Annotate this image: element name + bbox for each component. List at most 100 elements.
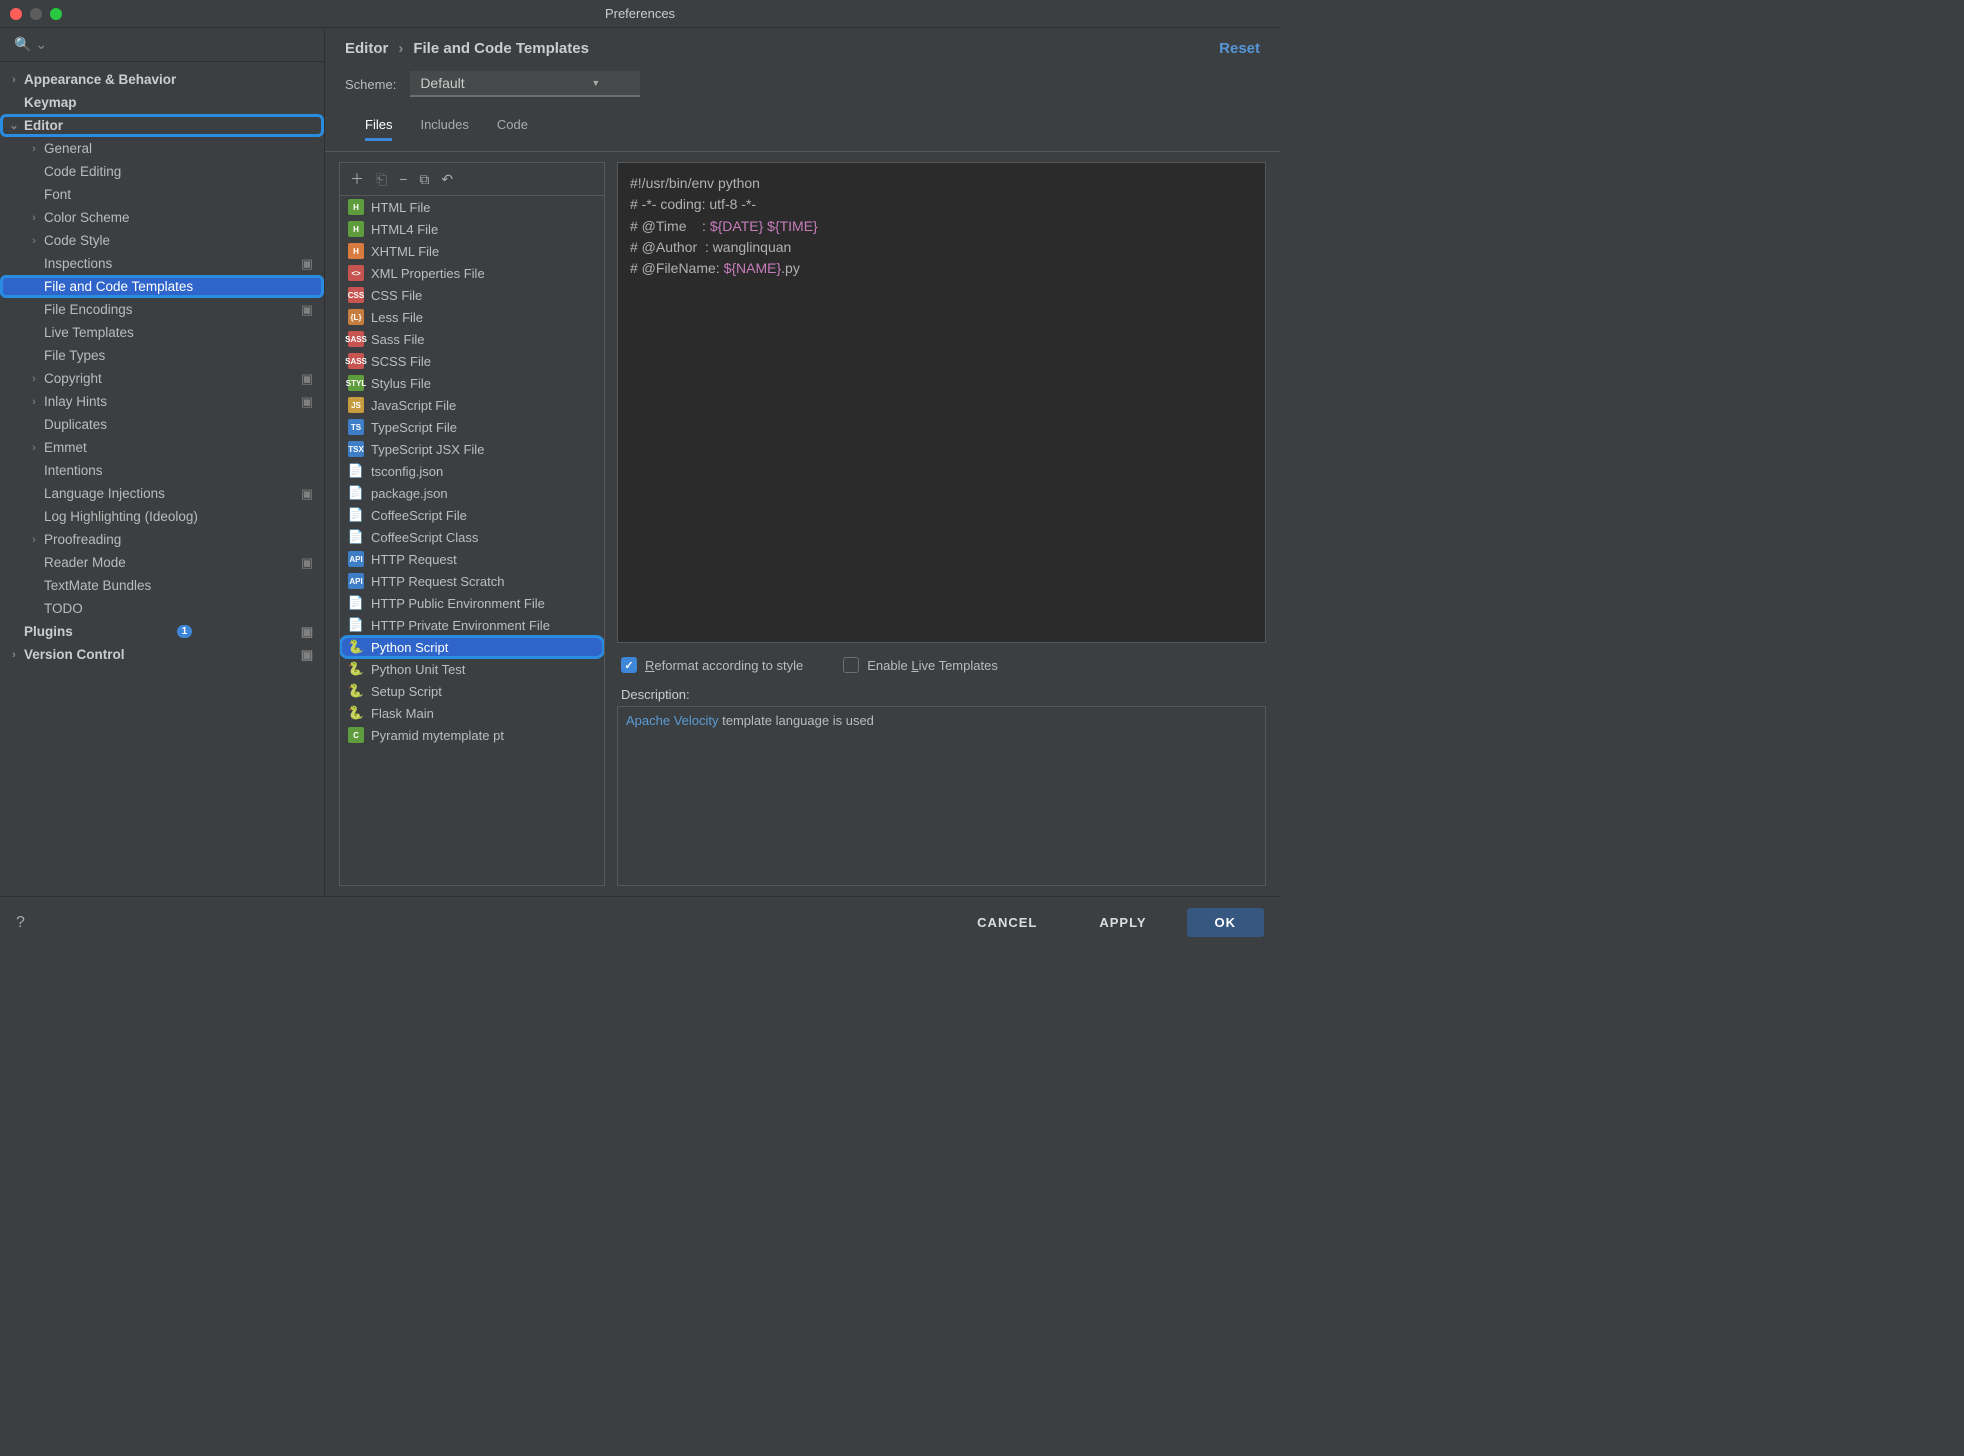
live-templates-checkbox[interactable]: Enable Live Templates: [843, 657, 998, 673]
add-child-template-icon[interactable]: ⎗: [376, 171, 387, 188]
sidebar-item[interactable]: ›General: [0, 137, 324, 160]
sidebar-item[interactable]: ›Copyright▣: [0, 367, 324, 390]
template-item[interactable]: SASSSCSS File: [340, 350, 604, 372]
template-item[interactable]: 🐍Python Unit Test: [340, 658, 604, 680]
sidebar-item[interactable]: Code Editing: [0, 160, 324, 183]
titlebar: Preferences: [0, 0, 1280, 28]
sidebar-item[interactable]: File Encodings▣: [0, 298, 324, 321]
scheme-select[interactable]: Default ▼: [410, 71, 640, 97]
sidebar-item-label: Duplicates: [44, 417, 107, 432]
template-label: SCSS File: [371, 354, 431, 369]
sidebar-item[interactable]: Keymap: [0, 91, 324, 114]
sidebar-item-label: Language Injections: [44, 486, 165, 501]
template-item[interactable]: 📄CoffeeScript Class: [340, 526, 604, 548]
reformat-checkbox[interactable]: Reformat according to style: [621, 657, 803, 673]
template-item[interactable]: 🐍Flask Main: [340, 702, 604, 724]
tab-includes[interactable]: Includes: [420, 111, 468, 141]
sidebar-item[interactable]: Duplicates: [0, 413, 324, 436]
content-panel: Editor › File and Code Templates Reset S…: [325, 28, 1280, 896]
sidebar-item-label: Emmet: [44, 440, 87, 455]
sidebar-item[interactable]: Font: [0, 183, 324, 206]
template-item[interactable]: 📄CoffeeScript File: [340, 504, 604, 526]
sidebar-item[interactable]: TODO: [0, 597, 324, 620]
template-list-panel: ＋ ⎗ − ⧉ ↶ HHTML FileHHTML4 FileHXHTML Fi…: [339, 162, 605, 886]
file-type-icon: H: [348, 243, 364, 259]
sidebar-item[interactable]: Intentions: [0, 459, 324, 482]
template-item[interactable]: TSXTypeScript JSX File: [340, 438, 604, 460]
reset-link[interactable]: Reset: [1219, 40, 1260, 57]
add-template-icon[interactable]: ＋: [350, 169, 364, 189]
template-item[interactable]: 🐍Python Script: [340, 636, 604, 658]
sidebar-item-label: Proofreading: [44, 532, 121, 547]
tab-code[interactable]: Code: [497, 111, 528, 141]
template-label: HTTP Request Scratch: [371, 574, 504, 589]
template-label: JavaScript File: [371, 398, 456, 413]
ok-button[interactable]: OK: [1187, 908, 1265, 937]
sidebar-item[interactable]: ›Emmet: [0, 436, 324, 459]
sidebar-item-label: Inspections: [44, 256, 112, 271]
sidebar-item-label: Copyright: [44, 371, 102, 386]
template-item[interactable]: 🐍Setup Script: [340, 680, 604, 702]
maximize-window-button[interactable]: [50, 8, 62, 20]
file-type-icon: API: [348, 573, 364, 589]
template-item[interactable]: JSJavaScript File: [340, 394, 604, 416]
sidebar-item[interactable]: ⌄Editor: [0, 114, 324, 137]
template-item[interactable]: <>XML Properties File: [340, 262, 604, 284]
template-item[interactable]: {L}Less File: [340, 306, 604, 328]
sidebar-item[interactable]: Inspections▣: [0, 252, 324, 275]
template-item[interactable]: 📄package.json: [340, 482, 604, 504]
template-item[interactable]: HXHTML File: [340, 240, 604, 262]
template-item[interactable]: TSTypeScript File: [340, 416, 604, 438]
sidebar-item-label: General: [44, 141, 92, 156]
template-item[interactable]: 📄HTTP Public Environment File: [340, 592, 604, 614]
footer: ? CANCEL APPLY OK: [0, 896, 1280, 948]
cancel-button[interactable]: CANCEL: [955, 908, 1059, 937]
sidebar-item[interactable]: File and Code Templates: [0, 275, 324, 298]
revert-template-icon[interactable]: ↶: [441, 171, 453, 188]
chevron-icon: ›: [26, 442, 42, 454]
template-code-editor[interactable]: #!/usr/bin/env python # -*- coding: utf-…: [617, 162, 1266, 643]
template-item[interactable]: CPyramid mytemplate pt: [340, 724, 604, 746]
sidebar-item-label: Editor: [24, 118, 63, 133]
template-label: Sass File: [371, 332, 424, 347]
sidebar-item-label: Code Style: [44, 233, 110, 248]
search-box[interactable]: 🔍 ⌄: [0, 28, 324, 62]
template-item[interactable]: APIHTTP Request: [340, 548, 604, 570]
template-item[interactable]: 📄tsconfig.json: [340, 460, 604, 482]
sidebar-item[interactable]: Log Highlighting (Ideolog): [0, 505, 324, 528]
sidebar-item[interactable]: ›Inlay Hints▣: [0, 390, 324, 413]
remove-template-icon[interactable]: −: [399, 171, 407, 187]
sidebar-item[interactable]: ›Proofreading: [0, 528, 324, 551]
sidebar-item[interactable]: Plugins1▣: [0, 620, 324, 643]
template-item[interactable]: SASSSass File: [340, 328, 604, 350]
template-label: CoffeeScript File: [371, 508, 467, 523]
sidebar-item[interactable]: ›Color Scheme: [0, 206, 324, 229]
tab-files[interactable]: Files: [365, 111, 392, 141]
project-scope-icon: ▣: [300, 487, 314, 501]
apply-button[interactable]: APPLY: [1077, 908, 1168, 937]
template-item[interactable]: CSSCSS File: [340, 284, 604, 306]
sidebar-item[interactable]: ›Version Control▣: [0, 643, 324, 666]
template-item[interactable]: 📄HTTP Private Environment File: [340, 614, 604, 636]
file-type-icon: 📄: [348, 463, 364, 479]
apache-velocity-link[interactable]: Apache Velocity: [626, 713, 719, 728]
sidebar-item-label: Keymap: [24, 95, 77, 110]
scheme-label: Scheme:: [345, 77, 396, 92]
template-item[interactable]: HHTML4 File: [340, 218, 604, 240]
sidebar-item[interactable]: Reader Mode▣: [0, 551, 324, 574]
sidebar-item[interactable]: ›Code Style: [0, 229, 324, 252]
template-item[interactable]: API HTTP Request Scratch: [340, 570, 604, 592]
sidebar-item[interactable]: ›Appearance & Behavior: [0, 68, 324, 91]
template-item[interactable]: STYLStylus File: [340, 372, 604, 394]
sidebar-item[interactable]: TextMate Bundles: [0, 574, 324, 597]
file-type-icon: C: [348, 727, 364, 743]
sidebar-item[interactable]: Live Templates: [0, 321, 324, 344]
help-icon[interactable]: ?: [16, 914, 25, 932]
minimize-window-button[interactable]: [30, 8, 42, 20]
copy-template-icon[interactable]: ⧉: [419, 171, 429, 188]
sidebar-item[interactable]: Language Injections ▣: [0, 482, 324, 505]
sidebar-item-label: File and Code Templates: [44, 279, 193, 294]
sidebar-item[interactable]: File Types: [0, 344, 324, 367]
close-window-button[interactable]: [10, 8, 22, 20]
template-item[interactable]: HHTML File: [340, 196, 604, 218]
